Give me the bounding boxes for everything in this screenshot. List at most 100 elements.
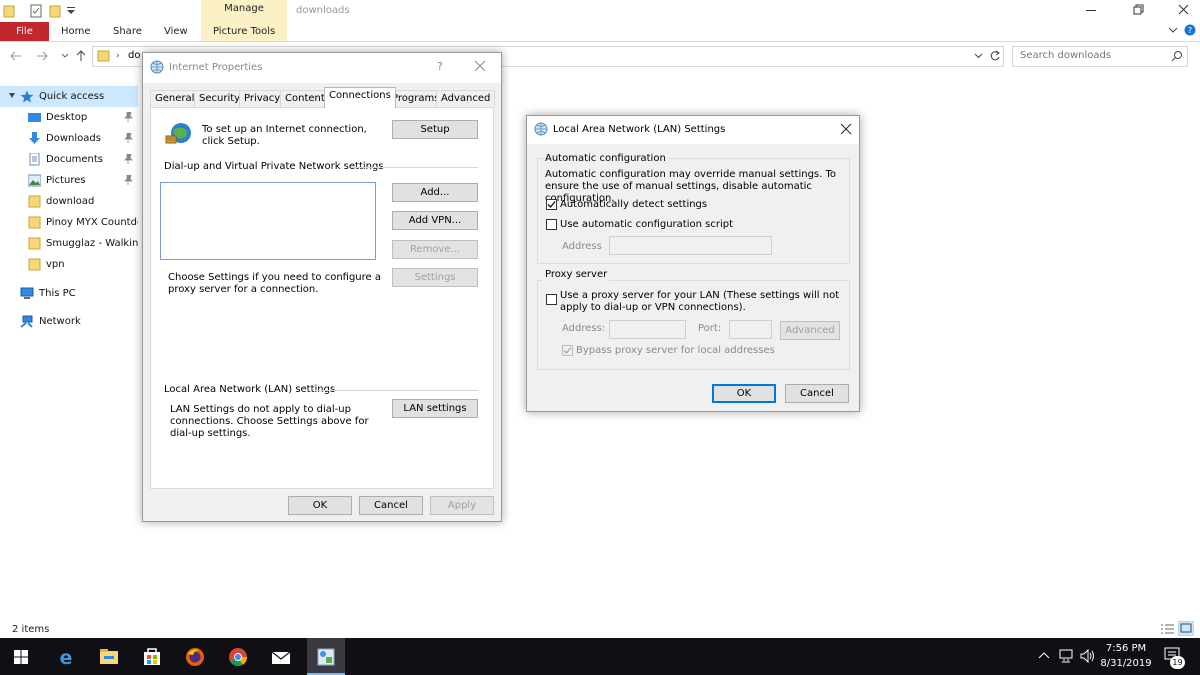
clock-time[interactable]: 7:56 PM [1098, 643, 1154, 654]
cancel-button[interactable]: Cancel [359, 496, 423, 515]
nav-this-pc[interactable]: This PC [0, 283, 138, 304]
search-input[interactable]: Search downloads [1012, 46, 1188, 67]
nav-item-downloads[interactable]: Downloads [0, 128, 138, 149]
nav-label: Network [39, 316, 81, 327]
tab-security[interactable]: Security [194, 90, 246, 107]
cancel-button[interactable]: Cancel [785, 384, 849, 403]
nav-network[interactable]: Network [0, 311, 138, 332]
use-proxy-checkbox[interactable] [546, 294, 557, 305]
chrome-icon[interactable] [227, 646, 249, 668]
tab-share[interactable]: Share [113, 26, 142, 37]
show-hidden-icons-icon[interactable] [1038, 651, 1050, 659]
network-status-icon[interactable] [1058, 649, 1074, 663]
auto-detect-checkbox[interactable] [546, 199, 557, 210]
tab-privacy[interactable]: Privacy [239, 90, 286, 107]
pictures-icon [28, 174, 41, 187]
large-icons-view-icon[interactable] [1178, 621, 1194, 636]
file-explorer-icon[interactable] [98, 646, 120, 668]
close-icon[interactable] [840, 123, 852, 135]
pin-icon[interactable] [124, 133, 133, 143]
download-arrow-icon [28, 132, 41, 145]
close-icon[interactable] [474, 60, 486, 72]
status-bar-count: 2 items [12, 624, 50, 635]
add-vpn-button[interactable]: Add VPN... [392, 211, 478, 230]
nav-item-vpn[interactable]: vpn [0, 254, 138, 275]
forward-icon[interactable] [36, 51, 48, 61]
mail-icon[interactable] [270, 646, 292, 668]
back-icon[interactable] [10, 51, 22, 61]
bypass-checkbox[interactable] [562, 345, 573, 356]
apply-button[interactable]: Apply [430, 496, 494, 515]
remove-button[interactable]: Remove... [392, 240, 478, 259]
breadcrumb[interactable]: do [128, 50, 140, 61]
setup-button[interactable]: Setup [392, 120, 478, 139]
nav-item-download[interactable]: download [0, 191, 138, 212]
settings-button[interactable]: Settings [392, 268, 478, 287]
firefox-icon[interactable] [184, 646, 206, 668]
clock-date[interactable]: 8/31/2019 [1098, 658, 1154, 669]
minimize-icon[interactable] [1084, 4, 1098, 16]
up-icon[interactable] [76, 50, 86, 62]
help-button[interactable]: ? [437, 60, 443, 73]
tab-picture-tools[interactable]: Picture Tools [213, 26, 275, 37]
properties-icon[interactable] [30, 4, 43, 18]
nav-item-smugglaz[interactable]: Smugglaz - Walking [0, 233, 138, 254]
auto-script-label[interactable]: Use automatic configuration script [560, 219, 733, 231]
proxy-port-field[interactable] [729, 320, 772, 339]
ok-button[interactable]: OK [288, 496, 352, 515]
store-icon[interactable] [141, 646, 163, 668]
nav-quick-access[interactable]: Quick access [0, 86, 138, 107]
help-icon[interactable]: ? [1184, 24, 1196, 36]
use-proxy-label[interactable]: Use a proxy server for your LAN (These s… [560, 290, 850, 314]
add-button[interactable]: Add... [392, 183, 478, 202]
tab-view[interactable]: View [164, 26, 188, 37]
restore-icon[interactable] [1131, 4, 1145, 16]
nav-item-documents[interactable]: Documents [0, 149, 138, 170]
proxy-address-field[interactable] [609, 320, 686, 339]
nav-item-desktop[interactable]: Desktop [0, 107, 138, 128]
nav-label: Smugglaz - Walking [46, 238, 138, 249]
folder-icon[interactable] [3, 4, 16, 18]
address-dropdown-icon[interactable] [974, 53, 983, 59]
proxy-address-label: Address: [562, 323, 606, 334]
refresh-icon[interactable] [989, 50, 1001, 62]
bypass-label[interactable]: Bypass proxy server for local addresses [576, 345, 775, 357]
ribbon-expand-icon[interactable] [1168, 25, 1178, 35]
pin-icon[interactable] [124, 154, 133, 164]
recent-locations-icon[interactable] [61, 53, 69, 59]
lan-settings-button[interactable]: LAN settings [392, 399, 478, 418]
nav-label: Quick access [39, 91, 105, 102]
pin-icon[interactable] [124, 175, 133, 185]
tab-home[interactable]: Home [61, 26, 91, 37]
auto-script-checkbox[interactable] [546, 219, 557, 230]
edge-icon[interactable]: e [55, 646, 77, 668]
advanced-button[interactable]: Advanced [780, 321, 840, 340]
star-icon [20, 90, 34, 103]
folder-icon [28, 258, 41, 271]
tab-file[interactable]: File [0, 22, 49, 41]
script-address-field[interactable] [609, 236, 772, 255]
explorer-titlebar [0, 0, 1200, 22]
tab-general[interactable]: General [150, 90, 200, 107]
connections-list[interactable] [160, 182, 376, 260]
tab-connections[interactable]: Connections [324, 87, 396, 108]
nav-item-pictures[interactable]: Pictures [0, 170, 138, 191]
ok-button[interactable]: OK [712, 384, 776, 403]
tab-content[interactable]: Content [280, 90, 330, 107]
auto-detect-label[interactable]: Automatically detect settings [560, 199, 707, 211]
proxy-heading: Proxy server [543, 269, 610, 281]
taskbar [0, 638, 1200, 675]
lan-description: LAN Settings do not apply to dial-up con… [170, 404, 369, 439]
close-icon[interactable] [1177, 4, 1191, 16]
tab-advanced[interactable]: Advanced [436, 90, 496, 107]
nav-item-pinoy-myx[interactable]: Pinoy MYX Countdown [0, 212, 138, 233]
pin-icon[interactable] [124, 112, 133, 122]
nav-label: Desktop [46, 112, 88, 123]
details-view-icon[interactable] [1161, 624, 1174, 635]
customize-toolbar-icon[interactable] [66, 4, 79, 18]
windows-start-icon[interactable] [10, 646, 32, 668]
volume-icon[interactable] [1080, 649, 1096, 663]
new-folder-icon[interactable] [49, 4, 62, 18]
control-panel-icon[interactable] [315, 646, 337, 668]
search-icon [1171, 50, 1183, 62]
